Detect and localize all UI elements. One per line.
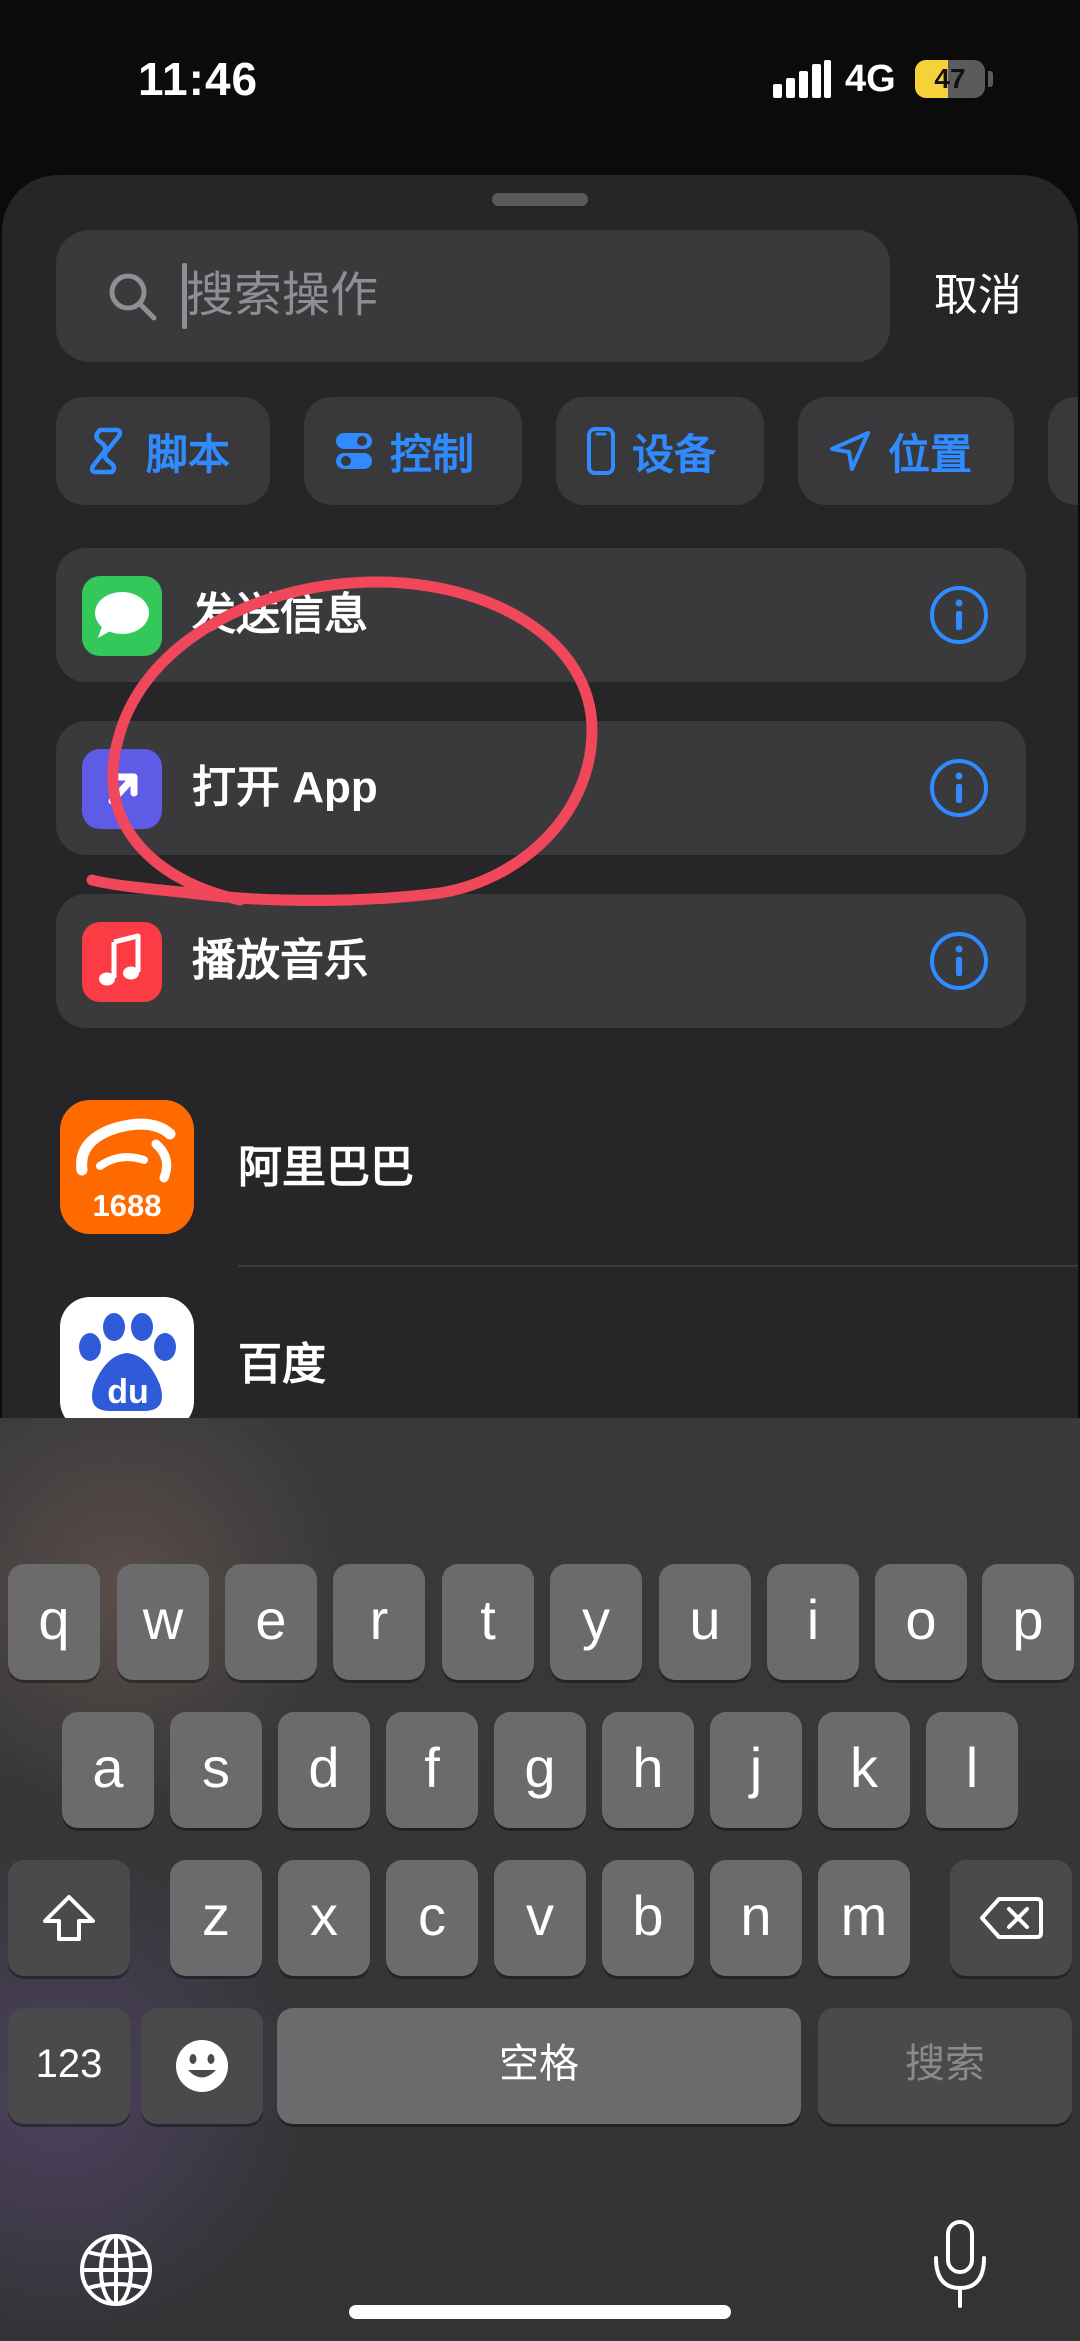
key-m[interactable]: m bbox=[818, 1860, 910, 1976]
info-icon[interactable] bbox=[928, 584, 990, 646]
chip-label: 控制 bbox=[390, 430, 475, 478]
key-d[interactable]: d bbox=[278, 1712, 370, 1828]
baidu-badge-text: du bbox=[107, 1373, 149, 1411]
globe-icon[interactable] bbox=[76, 2230, 156, 2310]
key-l[interactable]: l bbox=[926, 1712, 1018, 1828]
cancel-button[interactable]: 取消 bbox=[934, 230, 1022, 362]
alibaba-badge-text: 1688 bbox=[93, 1188, 162, 1223]
key-u[interactable]: u bbox=[659, 1564, 751, 1680]
messages-icon bbox=[82, 576, 162, 656]
music-note-icon bbox=[82, 922, 162, 1002]
chip-location[interactable]: 位置 bbox=[798, 397, 1014, 505]
action-search-sheet: 搜索操作 取消 脚本 控制 设备 位置 发送信息 打开 App 播放音乐 168… bbox=[2, 175, 1078, 1431]
key-f[interactable]: f bbox=[386, 1712, 478, 1828]
info-icon[interactable] bbox=[928, 930, 990, 992]
app-label: 阿里巴巴 bbox=[238, 1143, 414, 1192]
delete-key[interactable] bbox=[950, 1860, 1072, 1976]
battery-percent: 47 bbox=[934, 63, 966, 94]
key-a[interactable]: a bbox=[62, 1712, 154, 1828]
keyboard: q w e r t y u i o p a s d f g h j k l z … bbox=[0, 1418, 1080, 2341]
key-g[interactable]: g bbox=[494, 1712, 586, 1828]
shift-icon bbox=[43, 1895, 95, 1941]
category-chips: 脚本 控制 设备 位置 bbox=[2, 397, 1078, 509]
battery-tip bbox=[988, 71, 993, 87]
search-icon bbox=[109, 273, 157, 321]
key-j[interactable]: j bbox=[710, 1712, 802, 1828]
shift-key[interactable] bbox=[8, 1860, 130, 1976]
chip-script[interactable]: 脚本 bbox=[56, 397, 270, 505]
key-v[interactable]: v bbox=[494, 1860, 586, 1976]
home-indicator bbox=[349, 2305, 731, 2319]
key-z[interactable]: z bbox=[170, 1860, 262, 1976]
action-row-send-message[interactable]: 发送信息 bbox=[56, 548, 1026, 682]
space-key[interactable]: 空格 bbox=[277, 2008, 801, 2124]
key-k[interactable]: k bbox=[818, 1712, 910, 1828]
battery-icon: 47 bbox=[915, 60, 985, 98]
screen: 11:46 4G 47 搜索操作 取消 脚本 控制 设备 位置 发送信息 打开 … bbox=[0, 0, 1080, 2341]
action-label: 发送信息 bbox=[192, 590, 368, 639]
action-row-open-app[interactable]: 打开 App bbox=[56, 721, 1026, 855]
network-type: 4G bbox=[845, 58, 896, 100]
alibaba-1688-icon: 1688 bbox=[60, 1100, 194, 1234]
cellular-signal-icon bbox=[773, 60, 831, 98]
microphone-icon[interactable] bbox=[930, 2218, 990, 2310]
key-s[interactable]: s bbox=[170, 1712, 262, 1828]
key-y[interactable]: y bbox=[550, 1564, 642, 1680]
key-c[interactable]: c bbox=[386, 1860, 478, 1976]
search-input[interactable]: 搜索操作 bbox=[56, 230, 890, 362]
toggle-icon bbox=[336, 433, 372, 469]
action-row-play-music[interactable]: 播放音乐 bbox=[56, 894, 1026, 1028]
app-row-alibaba[interactable]: 1688 阿里巴巴 bbox=[2, 1070, 1078, 1270]
search-placeholder: 搜索操作 bbox=[186, 269, 379, 322]
sheet-grabber[interactable] bbox=[492, 193, 588, 206]
key-b[interactable]: b bbox=[602, 1860, 694, 1976]
chip-label: 位置 bbox=[888, 430, 973, 478]
emoji-key[interactable] bbox=[141, 2008, 263, 2124]
key-w[interactable]: w bbox=[117, 1564, 209, 1680]
key-n[interactable]: n bbox=[710, 1860, 802, 1976]
key-i[interactable]: i bbox=[767, 1564, 859, 1680]
key-p[interactable]: p bbox=[982, 1564, 1074, 1680]
baidu-paw-icon: du bbox=[60, 1297, 194, 1431]
emoji-icon bbox=[176, 2040, 228, 2092]
key-x[interactable]: x bbox=[278, 1860, 370, 1976]
key-h[interactable]: h bbox=[602, 1712, 694, 1828]
key-q[interactable]: q bbox=[8, 1564, 100, 1680]
phone-icon bbox=[587, 427, 615, 475]
script-icon bbox=[89, 427, 123, 475]
key-t[interactable]: t bbox=[442, 1564, 534, 1680]
action-label: 播放音乐 bbox=[192, 936, 368, 985]
key-r[interactable]: r bbox=[333, 1564, 425, 1680]
chip-label: 脚本 bbox=[146, 430, 231, 478]
status-time: 11:46 bbox=[138, 53, 259, 105]
key-e[interactable]: e bbox=[225, 1564, 317, 1680]
chip-device[interactable]: 设备 bbox=[556, 397, 764, 505]
status-bar: 11:46 4G 47 bbox=[0, 0, 1080, 160]
chip-control[interactable]: 控制 bbox=[304, 397, 522, 505]
numbers-key[interactable]: 123 bbox=[8, 2008, 130, 2124]
key-o[interactable]: o bbox=[875, 1564, 967, 1680]
chip-more[interactable] bbox=[1048, 397, 1078, 505]
backspace-icon bbox=[980, 1897, 1043, 1939]
location-arrow-icon bbox=[830, 431, 870, 471]
search-key[interactable]: 搜索 bbox=[818, 2008, 1072, 2124]
chip-label: 设备 bbox=[632, 430, 717, 478]
open-app-icon bbox=[82, 749, 162, 829]
action-label: 打开 App bbox=[192, 763, 378, 812]
info-icon[interactable] bbox=[928, 757, 990, 819]
